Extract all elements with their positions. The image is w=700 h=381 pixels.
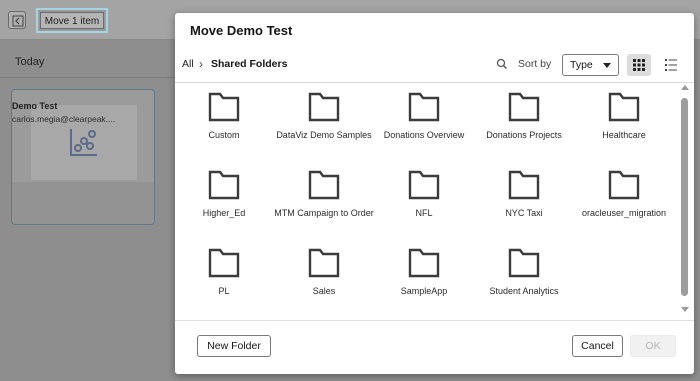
list-view-icon xyxy=(665,59,677,71)
new-folder-button[interactable]: New Folder xyxy=(197,335,271,357)
folder-name: SampleApp xyxy=(400,286,448,296)
caret-down-icon xyxy=(603,63,611,68)
sort-select[interactable]: Type xyxy=(562,54,619,76)
folder-name: oracleuser_migration xyxy=(581,208,667,218)
search-icon[interactable] xyxy=(495,57,509,71)
breadcrumb-separator-icon: › xyxy=(199,57,203,71)
folder-name: NFL xyxy=(415,208,433,218)
grid-view-icon xyxy=(633,59,645,71)
folder-icon xyxy=(408,170,440,200)
sort-selected-value: Type xyxy=(570,59,593,71)
footer-divider xyxy=(175,320,694,321)
folder-item[interactable]: Donations Overview xyxy=(374,92,474,141)
folder-name: PL xyxy=(218,286,230,296)
collapse-panel-button[interactable] xyxy=(8,11,26,29)
folder-item[interactable]: Healthcare xyxy=(574,92,674,141)
breadcrumb-current: Shared Folders xyxy=(211,58,288,70)
folder-name: MTM Campaign to Order xyxy=(274,208,374,218)
folder-name: Healthcare xyxy=(602,130,646,140)
card-title: Demo Test xyxy=(12,101,58,111)
folder-icon xyxy=(408,92,440,122)
folder-item[interactable]: Student Analytics xyxy=(474,248,574,297)
folder-icon xyxy=(608,170,640,200)
folder-item[interactable]: Custom xyxy=(175,92,274,141)
folder-icon xyxy=(208,170,240,200)
grid-view-button[interactable] xyxy=(627,54,651,76)
scroll-down-icon[interactable] xyxy=(681,307,689,312)
folder-name: Donations Overview xyxy=(383,130,465,140)
folder-icon xyxy=(308,248,340,278)
folder-item[interactable]: DataViz Demo Samples xyxy=(274,92,374,141)
dialog-title: Move Demo Test xyxy=(190,23,293,38)
scatter-chart-icon xyxy=(70,129,97,156)
folder-icon xyxy=(508,92,540,122)
ok-button[interactable]: OK xyxy=(630,335,676,357)
collapse-left-icon xyxy=(12,15,24,27)
folder-icon xyxy=(408,248,440,278)
move-dialog: Move Demo Test All › Shared Folders Sort… xyxy=(175,13,694,374)
folder-name: DataViz Demo Samples xyxy=(276,130,372,140)
folder-icon xyxy=(508,170,540,200)
folder-icon xyxy=(608,92,640,122)
folder-item[interactable]: Donations Projects xyxy=(474,92,574,141)
folder-name: Custom xyxy=(208,130,240,140)
list-view-button[interactable] xyxy=(659,54,683,76)
folder-grid: Custom DataViz Demo Samples Donations Over… xyxy=(175,83,680,318)
folder-icon xyxy=(308,92,340,122)
folder-name: Donations Projects xyxy=(486,130,562,140)
folder-item[interactable]: MTM Campaign to Order xyxy=(274,170,374,219)
folder-icon xyxy=(308,170,340,200)
dialog-nav-bar: All › Shared Folders Sort by Type xyxy=(175,53,694,81)
folder-item[interactable]: NFL xyxy=(374,170,474,219)
card-owner: carlos.megia@clearpeak.... xyxy=(12,114,116,124)
scrollbar-thumb[interactable] xyxy=(681,98,688,296)
scroll-up-icon[interactable] xyxy=(681,85,689,90)
folder-item[interactable]: Higher_Ed xyxy=(175,170,274,219)
folder-item[interactable]: NYC Taxi xyxy=(474,170,574,219)
folder-item[interactable]: SampleApp xyxy=(374,248,474,297)
folder-icon xyxy=(208,248,240,278)
folder-item[interactable]: Sales xyxy=(274,248,374,297)
folder-name: Student Analytics xyxy=(489,286,559,296)
card-info xyxy=(12,182,154,224)
folder-icon xyxy=(508,248,540,278)
folder-name: NYC Taxi xyxy=(505,208,543,218)
folder-item[interactable]: oracleuser_migration xyxy=(574,170,674,219)
folder-name: Higher_Ed xyxy=(202,208,246,218)
breadcrumb-root[interactable]: All xyxy=(182,58,194,70)
move-items-label: Move 1 item xyxy=(40,12,104,29)
section-title: Today xyxy=(15,56,45,68)
sort-label: Sort by xyxy=(518,58,552,70)
folder-name: Sales xyxy=(312,286,336,296)
section-divider xyxy=(0,77,180,78)
vertical-scrollbar[interactable] xyxy=(680,85,690,317)
folder-icon xyxy=(208,92,240,122)
folder-item[interactable]: PL xyxy=(175,248,274,297)
cancel-button[interactable]: Cancel xyxy=(572,335,623,357)
move-items-button[interactable]: Move 1 item xyxy=(36,8,108,33)
